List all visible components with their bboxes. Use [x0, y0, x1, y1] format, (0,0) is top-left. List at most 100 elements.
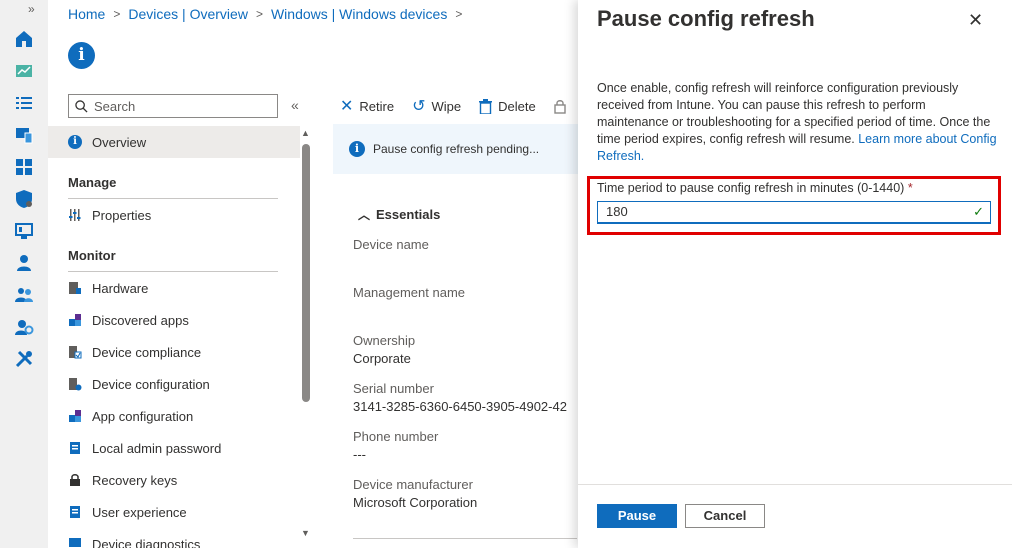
- nav-item-label: Local admin password: [92, 440, 222, 456]
- pause-config-refresh-panel: Pause config refresh ✕ Once enable, conf…: [578, 0, 1012, 548]
- user-experience-icon: [70, 506, 80, 518]
- nav-item-user-experience[interactable]: User experience: [48, 496, 300, 528]
- search-placeholder: Search: [94, 98, 136, 114]
- command-bar: ✕ Retire ↺ Wipe Delete: [340, 96, 566, 116]
- dashboard-icon[interactable]: [14, 61, 34, 81]
- delete-button[interactable]: Delete: [479, 96, 536, 116]
- users-icon[interactable]: [14, 253, 34, 273]
- nav-item-device-configuration[interactable]: Device configuration: [48, 368, 300, 400]
- troubleshooting-icon[interactable]: [14, 349, 34, 369]
- field-value: 3141-3285-6360-6450-3905-4902-42: [353, 399, 567, 414]
- chevron-up-icon: ︿: [358, 208, 371, 222]
- reports-icon[interactable]: [14, 221, 34, 241]
- field-serial-number: Serial number 3141-3285-6360-6450-3905-4…: [353, 380, 577, 416]
- chevron-right-icon: >: [113, 7, 121, 21]
- chevron-right-icon: >: [255, 7, 263, 21]
- field-label: Phone number: [353, 429, 439, 444]
- required-marker: *: [907, 181, 913, 195]
- info-icon: i: [68, 135, 82, 149]
- banner-text: Pause config refresh pending...: [373, 142, 540, 156]
- field-label: Serial number: [353, 381, 434, 396]
- field-value: Microsoft Corporation: [353, 495, 478, 510]
- time-period-input[interactable]: 180 ✓: [597, 201, 991, 224]
- scrollbar-thumb[interactable]: [302, 144, 310, 402]
- checkmark-icon: ✓: [973, 204, 984, 219]
- field-label: Device manufacturer: [353, 477, 473, 492]
- close-icon: ✕: [340, 98, 354, 115]
- device-configuration-icon: [69, 378, 82, 391]
- lock-button[interactable]: [554, 96, 566, 116]
- nav-item-overview[interactable]: i Overview: [48, 126, 300, 158]
- endpoint-security-icon[interactable]: [14, 189, 34, 209]
- retire-button[interactable]: ✕ Retire: [340, 96, 394, 116]
- nav-item-device-diagnostics[interactable]: Device diagnostics: [48, 528, 300, 548]
- divider: [578, 484, 1012, 485]
- info-icon: i: [349, 141, 365, 157]
- breadcrumb-windows-devices[interactable]: Windows | Windows devices: [271, 6, 447, 22]
- scroll-down-icon[interactable]: ▼: [301, 528, 310, 538]
- breadcrumb-home[interactable]: Home: [68, 6, 105, 22]
- lock-icon: [554, 99, 566, 114]
- cancel-button[interactable]: Cancel: [685, 504, 765, 528]
- field-device-manufacturer: Device manufacturer Microsoft Corporatio…: [353, 476, 577, 512]
- nav-item-recovery-keys[interactable]: Recovery keys: [48, 464, 300, 496]
- close-icon[interactable]: ✕: [968, 10, 983, 31]
- app-configuration-icon: [69, 410, 81, 422]
- section-monitor: Monitor: [68, 248, 116, 263]
- field-label: Device name: [353, 237, 429, 252]
- time-period-value: 180: [606, 204, 628, 219]
- nav-scrollbar[interactable]: ▲ ▼: [300, 126, 312, 548]
- nav-item-label: Hardware: [92, 280, 149, 296]
- pause-button[interactable]: Pause: [597, 504, 677, 528]
- devices-icon[interactable]: [14, 125, 34, 145]
- list-icon[interactable]: [14, 93, 34, 113]
- field-value: ---: [353, 447, 366, 462]
- time-period-label: Time period to pause config refresh in m…: [597, 181, 913, 195]
- essentials-title: Essentials: [376, 207, 441, 222]
- apps-icon[interactable]: [14, 157, 34, 177]
- search-icon: [75, 99, 88, 113]
- field-phone-number: Phone number ---: [353, 428, 577, 464]
- page-info-icon: i: [68, 42, 95, 69]
- nav-item-label: Device compliance: [92, 344, 202, 360]
- status-banner: i Pause config refresh pending...: [333, 124, 578, 174]
- nav-item-device-compliance[interactable]: Device compliance: [48, 336, 300, 368]
- properties-icon: [69, 209, 81, 221]
- section-manage: Manage: [68, 175, 117, 190]
- field-device-name: Device name: [353, 236, 577, 272]
- nav-item-label: User experience: [92, 504, 187, 520]
- trash-icon: [479, 98, 493, 114]
- discovered-apps-icon: [69, 314, 81, 326]
- panel-description: Once enable, config refresh will reinfor…: [597, 80, 997, 165]
- wipe-label: Wipe: [431, 98, 462, 114]
- panel-title: Pause config refresh: [597, 6, 815, 31]
- groups-icon[interactable]: [14, 285, 34, 305]
- left-rail: »: [0, 0, 48, 548]
- breadcrumb: Home > Devices | Overview > Windows | Wi…: [68, 6, 462, 22]
- wipe-button[interactable]: ↺ Wipe: [412, 96, 461, 116]
- nav-item-hardware[interactable]: Hardware: [48, 272, 300, 304]
- home-icon[interactable]: [14, 29, 34, 49]
- nav-item-label: Properties: [92, 207, 152, 223]
- nav-item-app-configuration[interactable]: App configuration: [48, 400, 300, 432]
- collapse-menu-icon[interactable]: «: [291, 97, 299, 113]
- nav-item-local-admin-password[interactable]: Local admin password: [48, 432, 300, 464]
- nav-item-properties[interactable]: Properties: [48, 199, 300, 231]
- nav-item-discovered-apps[interactable]: Discovered apps: [48, 304, 300, 336]
- field-value: [353, 302, 577, 320]
- search-input[interactable]: Search: [68, 94, 278, 118]
- chevron-right-icon: >: [455, 7, 463, 21]
- time-period-label-text: Time period to pause config refresh in m…: [597, 181, 905, 195]
- tenant-admin-icon[interactable]: [14, 317, 34, 337]
- delete-label: Delete: [498, 98, 536, 114]
- essentials-fields: Device name Management name Ownership Co…: [353, 236, 577, 524]
- resource-menu: i Overview Manage Properties Monitor Har…: [48, 126, 300, 548]
- nav-item-label: Recovery keys: [92, 472, 178, 488]
- scroll-up-icon[interactable]: ▲: [301, 128, 310, 138]
- undo-icon: ↺: [412, 98, 426, 115]
- breadcrumb-devices-overview[interactable]: Devices | Overview: [128, 6, 248, 22]
- divider: [353, 538, 577, 539]
- nav-item-label: Discovered apps: [92, 312, 189, 328]
- expand-rail-icon[interactable]: »: [28, 2, 35, 16]
- essentials-toggle[interactable]: ︿ Essentials: [358, 206, 440, 223]
